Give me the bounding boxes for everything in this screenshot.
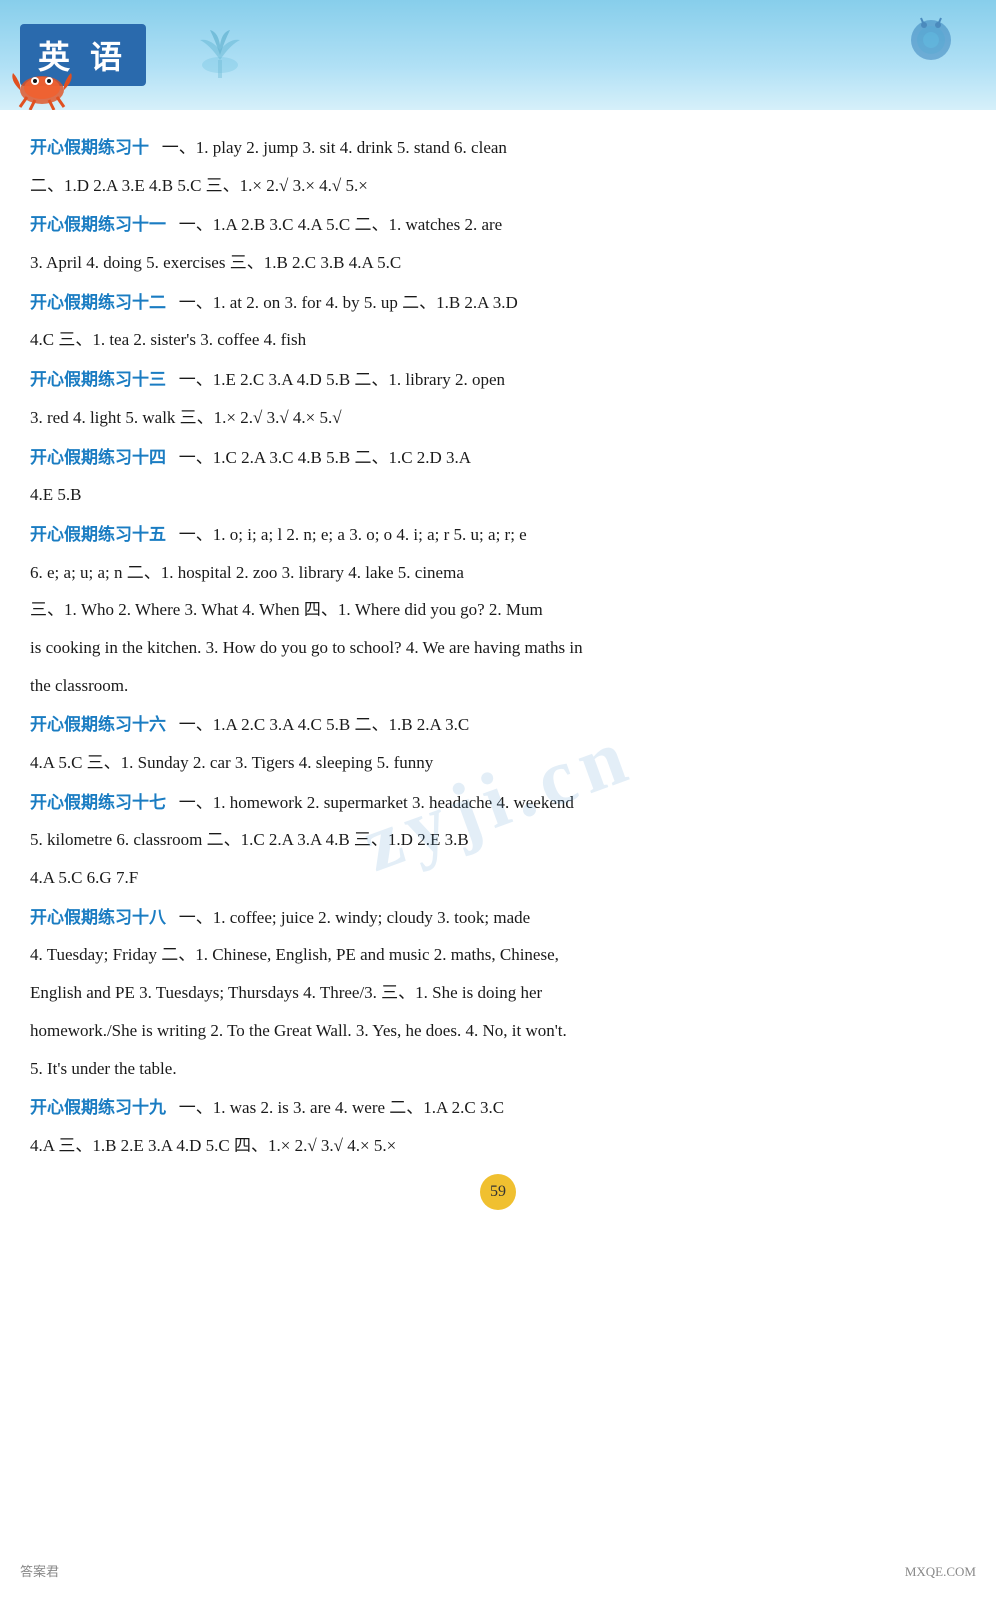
section-19-line1: 开心假期练习十九 一、1. was 2. is 3. are 4. were 二… [30,1090,966,1126]
section-16-title: 开心假期练习十六 [30,715,166,734]
section-12-body1: 一、1. at 2. on 3. for 4. by 5. up 二、1.B 2… [179,293,518,312]
section-18-body1: 一、1. coffee; juice 2. windy; cloudy 3. t… [179,908,530,927]
section-16-line1: 开心假期练习十六 一、1.A 2.C 3.A 4.C 5.B 二、1.B 2.A… [30,707,966,743]
section-13-body1: 一、1.E 2.C 3.A 4.D 5.B 二、1. library 2. op… [179,370,505,389]
deco-center [180,10,260,90]
section-19: 开心假期练习十九 一、1. was 2. is 3. are 4. were 二… [30,1090,966,1163]
section-19-title: 开心假期练习十九 [30,1098,166,1117]
section-10-line2: 二、1.D 2.A 3.E 4.B 5.C 三、1.× 2.√ 3.× 4.√ … [30,168,966,204]
section-16-body1: 一、1.A 2.C 3.A 4.C 5.B 二、1.B 2.A 3.C [179,715,469,734]
section-16-line2: 4.A 5.C 三、1. Sunday 2. car 3. Tigers 4. … [30,745,966,781]
section-17: 开心假期练习十七 一、1. homework 2. supermarket 3.… [30,785,966,896]
section-12-line1: 开心假期练习十二 一、1. at 2. on 3. for 4. by 5. u… [30,285,966,321]
section-10-title: 开心假期练习十 [30,138,149,157]
section-18-title: 开心假期练习十八 [30,908,166,927]
section-15-line1: 开心假期练习十五 一、1. o; i; a; l 2. n; e; a 3. o… [30,517,966,553]
section-15-title: 开心假期练习十五 [30,525,166,544]
bottom-left-logo: 答案君 [20,1561,59,1580]
section-11-line2: 3. April 4. doing 5. exercises 三、1.B 2.C… [30,245,966,281]
section-11-body1: 一、1.A 2.B 3.C 4.A 5.C 二、1. watches 2. ar… [179,215,502,234]
section-18-line2: 4. Tuesday; Friday 二、1. Chinese, English… [30,937,966,973]
section-12: 开心假期练习十二 一、1. at 2. on 3. for 4. by 5. u… [30,285,966,358]
section-18-line5: 5. It's under the table. [30,1051,966,1087]
bottom-right-logo: MXQE.COM [905,1564,976,1580]
section-12-line2: 4.C 三、1. tea 2. sister's 3. coffee 4. fi… [30,322,966,358]
section-17-line2: 5. kilometre 6. classroom 二、1.C 2.A 3.A … [30,822,966,858]
section-14-body1: 一、1.C 2.A 3.C 4.B 5.B 二、1.C 2.D 3.A [179,448,471,467]
section-13-title: 开心假期练习十三 [30,370,166,389]
section-11-title: 开心假期练习十一 [30,215,166,234]
section-17-body1: 一、1. homework 2. supermarket 3. headache… [179,793,574,812]
section-15: 开心假期练习十五 一、1. o; i; a; l 2. n; e; a 3. o… [30,517,966,703]
section-13-line1: 开心假期练习十三 一、1.E 2.C 3.A 4.D 5.B 二、1. libr… [30,362,966,398]
header: 英 语 [0,0,996,110]
crab-decoration [5,55,80,110]
section-12-title: 开心假期练习十二 [30,293,166,312]
section-11-line1: 开心假期练习十一 一、1.A 2.B 3.C 4.A 5.C 二、1. watc… [30,207,966,243]
section-11: 开心假期练习十一 一、1.A 2.B 3.C 4.A 5.C 二、1. watc… [30,207,966,280]
section-19-line2: 4.A 三、1.B 2.E 3.A 4.D 5.C 四、1.× 2.√ 3.√ … [30,1128,966,1164]
section-10-line1: 开心假期练习十 一、1. play 2. jump 3. sit 4. drin… [30,130,966,166]
section-15-line4: is cooking in the kitchen. 3. How do you… [30,630,966,666]
section-18-line1: 开心假期练习十八 一、1. coffee; juice 2. windy; cl… [30,900,966,936]
section-18: 开心假期练习十八 一、1. coffee; juice 2. windy; cl… [30,900,966,1086]
section-15-line5: the classroom. [30,668,966,704]
section-10: 开心假期练习十 一、1. play 2. jump 3. sit 4. drin… [30,130,966,203]
section-18-line3: English and PE 3. Tuesdays; Thursdays 4.… [30,975,966,1011]
page-number-container: 59 [480,1174,516,1210]
section-14-line1: 开心假期练习十四 一、1.C 2.A 3.C 4.B 5.B 二、1.C 2.D… [30,440,966,476]
section-15-line3: 三、1. Who 2. Where 3. What 4. When 四、1. W… [30,592,966,628]
section-17-title: 开心假期练习十七 [30,793,166,812]
section-17-line3: 4.A 5.C 6.G 7.F [30,860,966,896]
content-area: 开心假期练习十 一、1. play 2. jump 3. sit 4. drin… [0,110,996,1250]
section-18-line4: homework./She is writing 2. To the Great… [30,1013,966,1049]
section-14-line2: 4.E 5.B [30,477,966,513]
section-10-body1: 一、1. play 2. jump 3. sit 4. drink 5. sta… [162,138,507,157]
section-13: 开心假期练习十三 一、1.E 2.C 3.A 4.D 5.B 二、1. libr… [30,362,966,435]
section-19-body1: 一、1. was 2. is 3. are 4. were 二、1.A 2.C … [179,1098,504,1117]
section-15-body1: 一、1. o; i; a; l 2. n; e; a 3. o; o 4. i;… [179,525,527,544]
section-16: 开心假期练习十六 一、1.A 2.C 3.A 4.C 5.B 二、1.B 2.A… [30,707,966,780]
section-17-line1: 开心假期练习十七 一、1. homework 2. supermarket 3.… [30,785,966,821]
section-15-line2: 6. e; a; u; a; n 二、1. hospital 2. zoo 3.… [30,555,966,591]
section-14: 开心假期练习十四 一、1.C 2.A 3.C 4.B 5.B 二、1.C 2.D… [30,440,966,513]
section-14-title: 开心假期练习十四 [30,448,166,467]
section-13-line2: 3. red 4. light 5. walk 三、1.× 2.√ 3.√ 4.… [30,400,966,436]
